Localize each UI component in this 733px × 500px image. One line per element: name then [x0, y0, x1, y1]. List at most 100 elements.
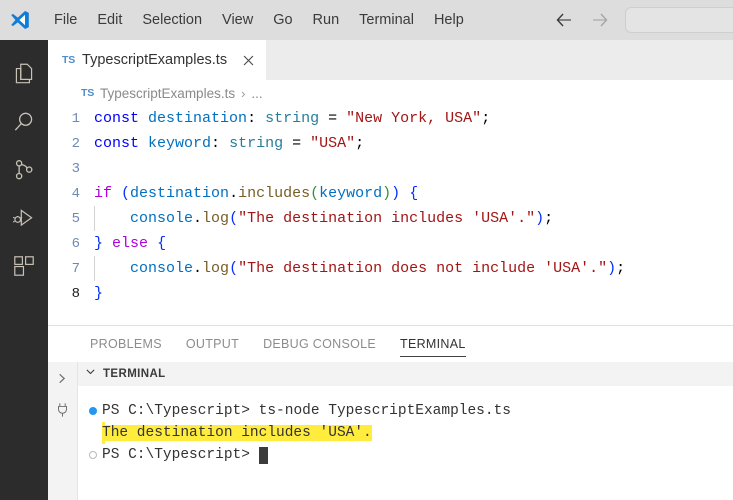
token-log: log: [202, 210, 230, 227]
code-line-content: const destination: string = "New York, U…: [94, 110, 490, 127]
menu-item-help[interactable]: Help: [424, 7, 474, 33]
terminal-header: TERMINAL: [78, 362, 733, 386]
terminal-line: PS C:\Typescript>: [78, 444, 733, 466]
line-number: 7: [71, 260, 80, 277]
code-editor[interactable]: 1 const destination: string = "New York,…: [48, 106, 733, 325]
token-string-type: string: [229, 135, 284, 152]
bottom-panel: PROBLEMS OUTPUT DEBUG CONSOLE TERMINAL T…: [48, 325, 733, 500]
token-const: const: [94, 110, 140, 127]
plug-icon[interactable]: [51, 398, 75, 422]
terminal-prompt: PS C:\Typescript>: [102, 403, 250, 419]
editor-tab-typescriptexamples[interactable]: TS TypescriptExamples.ts: [48, 40, 267, 80]
close-icon[interactable]: [240, 52, 256, 68]
token-colon: :: [211, 135, 221, 152]
breadcrumb-typescript-icon: TS: [81, 87, 95, 99]
line-number: 5: [71, 210, 80, 227]
code-line: 6 } else {: [48, 231, 733, 256]
code-line-content: if (destination.includes(keyword)) {: [94, 185, 419, 202]
arrow-right-icon: [590, 10, 610, 30]
token-destination: destination: [148, 110, 248, 127]
line-number: 8: [71, 285, 80, 302]
token-semicolon: ;: [544, 210, 554, 227]
token-string-includes-msg: "The destination includes 'USA'.": [238, 210, 536, 227]
token-equals: =: [328, 110, 338, 127]
command-marker-success-icon: [84, 407, 102, 415]
terminal-prompt: PS C:\Typescript>: [102, 447, 250, 463]
terminal-header-label: TERMINAL: [103, 368, 166, 380]
tab-problems[interactable]: PROBLEMS: [78, 326, 174, 363]
run-debug-icon[interactable]: [0, 194, 48, 242]
breadcrumb-ellipsis[interactable]: ...: [251, 86, 262, 101]
editor-tab-label: TypescriptExamples.ts: [82, 52, 228, 68]
code-line: 5 console.log("The destination includes …: [48, 206, 733, 231]
arrow-left-icon[interactable]: [554, 10, 574, 30]
chevron-right-icon: ›: [241, 85, 246, 101]
token-else: else: [112, 235, 149, 252]
menu-item-view[interactable]: View: [212, 7, 263, 33]
menu-item-go[interactable]: Go: [263, 7, 302, 33]
extensions-icon[interactable]: [0, 242, 48, 290]
menu-item-terminal[interactable]: Terminal: [349, 7, 424, 33]
vscode-window: File Edit Selection View Go Run Terminal…: [0, 0, 733, 500]
token-destination: destination: [130, 185, 230, 202]
code-line: 7 console.log("The destination does not …: [48, 256, 733, 281]
token-string-usa: "USA": [310, 135, 356, 152]
token-equals: =: [292, 135, 302, 152]
tab-terminal[interactable]: TERMINAL: [388, 326, 478, 363]
menu-item-edit[interactable]: Edit: [87, 7, 132, 33]
token-semicolon: ;: [355, 135, 365, 152]
breadcrumb-file[interactable]: TypescriptExamples.ts: [100, 86, 235, 101]
token-semicolon: ;: [616, 260, 626, 277]
token-log: log: [202, 260, 230, 277]
menu-item-file[interactable]: File: [44, 7, 87, 33]
code-line-content: } else {: [94, 235, 166, 252]
editor-group: TS TypescriptExamples.ts TS TypescriptEx…: [48, 40, 733, 325]
command-center-search-input[interactable]: [625, 7, 733, 33]
indent-guide: [94, 256, 95, 281]
tab-output[interactable]: OUTPUT: [174, 326, 251, 363]
token-open-brace: {: [409, 185, 419, 202]
code-line: 8 }: [48, 281, 733, 306]
source-control-icon[interactable]: [0, 146, 48, 194]
search-icon[interactable]: [0, 98, 48, 146]
menu-item-selection[interactable]: Selection: [132, 7, 212, 33]
token-const: const: [94, 135, 140, 152]
tab-debug-console[interactable]: DEBUG CONSOLE: [251, 326, 388, 363]
terminal-output[interactable]: PS C:\Typescript> ts-node TypescriptExam…: [78, 386, 733, 500]
title-bar: File Edit Selection View Go Run Terminal…: [0, 0, 733, 40]
breadcrumb: TS TypescriptExamples.ts › ...: [48, 80, 733, 106]
vscode-logo-icon: [0, 0, 40, 40]
token-open-brace: {: [157, 235, 167, 252]
navigation-arrows: [554, 10, 610, 30]
token-string-newyork: "New York, USA": [346, 110, 482, 127]
line-number: 4: [71, 185, 80, 202]
menu-item-run[interactable]: Run: [303, 7, 350, 33]
terminal-chevron-icon[interactable]: [51, 366, 75, 390]
token-colon: :: [247, 110, 257, 127]
code-line-content: console.log("The destination includes 'U…: [94, 206, 554, 231]
terminal-main: TERMINAL PS C:\Typescript> ts-node Types…: [78, 362, 733, 500]
indent-guide: [94, 206, 95, 231]
token-keyword-var: keyword: [319, 185, 383, 202]
line-number: 6: [71, 235, 80, 252]
token-string-type: string: [265, 110, 320, 127]
command-marker-pending-icon: [84, 451, 102, 459]
terminal-command: ts-node TypescriptExamples.ts: [249, 403, 511, 419]
token-close-brace: }: [94, 285, 104, 302]
activity-bar: [0, 40, 48, 500]
code-line-content: console.log("The destination does not in…: [94, 256, 626, 281]
code-line-content: const keyword: string = "USA";: [94, 135, 364, 152]
line-number: 2: [71, 135, 80, 152]
token-console: console: [130, 210, 194, 227]
terminal-command: [250, 447, 259, 463]
terminal-line: PS C:\Typescript> ts-node TypescriptExam…: [78, 400, 733, 422]
chevron-down-icon[interactable]: [84, 365, 97, 383]
code-line-content: }: [94, 285, 103, 302]
panel-tab-bar: PROBLEMS OUTPUT DEBUG CONSOLE TERMINAL: [48, 325, 733, 362]
terminal-body: TERMINAL PS C:\Typescript> ts-node Types…: [48, 362, 733, 500]
token-keyword-var: keyword: [148, 135, 212, 152]
token-console: console: [130, 260, 194, 277]
code-line: 4 if (destination.includes(keyword)) {: [48, 181, 733, 206]
files-icon[interactable]: [0, 50, 48, 98]
terminal-line: The destination includes 'USA'.: [78, 422, 733, 444]
